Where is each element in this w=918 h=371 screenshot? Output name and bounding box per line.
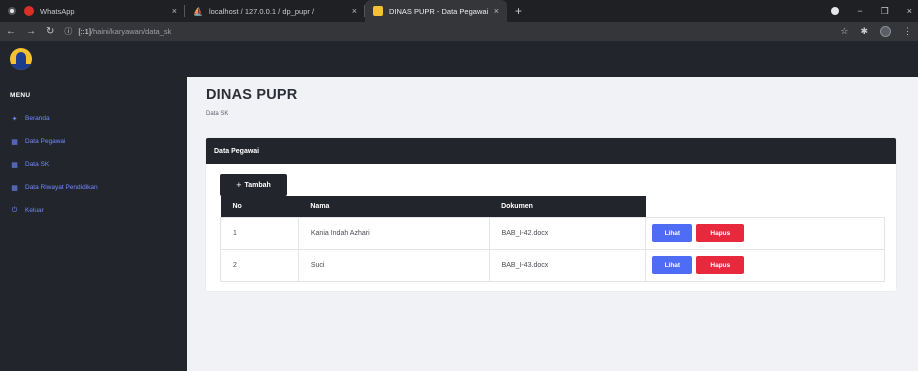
column-header-dokumen: Dokumen: [489, 196, 646, 217]
sidebar-item-label: Keluar: [25, 207, 44, 214]
cell-nama: Kania Indah Azhari: [297, 216, 490, 250]
info-icon[interactable]: ⓘ: [64, 26, 72, 37]
tab-dinas-pupr[interactable]: DINAS PUPR - Data Pegawai ×: [365, 0, 507, 22]
tab-phpmyadmin[interactable]: ⛵ localhost / 127.0.0.1 / dp_pupr / ×: [185, 0, 365, 22]
reload-icon[interactable]: ↻: [46, 26, 54, 37]
forward-arrow-icon[interactable]: →: [26, 26, 36, 37]
window-controls: − ❐ ×: [831, 6, 918, 17]
sidebar: MENU ✦ Beranda ▦ Data Pegawai ▦ Data SK …: [0, 77, 187, 371]
add-button-label: Tambah: [244, 181, 271, 189]
sidebar-item-label: Data SK: [25, 161, 50, 168]
cell-no: 2: [220, 248, 299, 282]
table-icon: ▦: [11, 184, 18, 192]
delete-button[interactable]: Hapus: [696, 256, 745, 274]
tab-whatsapp[interactable]: WhatsApp ×: [0, 0, 185, 22]
maximize-button[interactable]: ❐: [881, 6, 889, 17]
sidebar-item-label: Beranda: [25, 115, 50, 122]
close-window-button[interactable]: ×: [907, 6, 912, 16]
whatsapp-icon: [24, 6, 34, 16]
tab-title: DINAS PUPR - Data Pegawai: [389, 6, 489, 16]
sidebar-item-keluar[interactable]: ⏻ Keluar: [0, 205, 187, 216]
close-tab-icon[interactable]: ×: [352, 6, 357, 16]
data-card: Data Pegawai + Tambah No Nama Dokumen 1 …: [206, 138, 896, 291]
menu-dots-icon[interactable]: ⋮: [903, 26, 912, 37]
url-path: /haini/karyawan/data_sk: [90, 27, 172, 36]
table-header-row: No Nama Dokumen: [220, 196, 885, 217]
table-icon: ▦: [11, 138, 18, 146]
table-row: 2 Suci BAB_I-43.docx Lihat Hapus: [220, 248, 885, 282]
chrome-icon: [8, 7, 16, 15]
sidebar-item-data-pegawai[interactable]: ▦ Data Pegawai: [0, 136, 187, 147]
power-icon: ⏻: [11, 206, 18, 214]
page-title: DINAS PUPR: [206, 87, 298, 103]
sidebar-item-label: Data Pegawai: [25, 138, 66, 145]
cell-nama: Suci: [297, 248, 490, 282]
cell-dokumen: BAB_I-42.docx: [488, 216, 647, 250]
close-tab-icon[interactable]: ×: [172, 6, 177, 16]
table-icon: ▦: [11, 161, 18, 169]
delete-button[interactable]: Hapus: [696, 224, 745, 242]
table-row: 1 Kania Indah Azhari BAB_I-42.docx Lihat…: [220, 216, 885, 250]
extensions-icon[interactable]: ✱: [860, 26, 868, 37]
cell-dokumen: BAB_I-43.docx: [488, 248, 647, 282]
tab-title: localhost / 127.0.0.1 / dp_pupr /: [208, 6, 315, 16]
view-button[interactable]: Lihat: [652, 256, 693, 274]
data-table: No Nama Dokumen 1 Kania Indah Azhari BAB…: [220, 196, 885, 282]
home-icon: ✦: [11, 115, 18, 123]
sidebar-item-beranda[interactable]: ✦ Beranda: [0, 113, 187, 124]
plus-icon: +: [236, 180, 242, 190]
bookmark-star-icon[interactable]: ☆: [840, 26, 848, 37]
sidebar-item-label: Data Riwayat Pendidikan: [25, 184, 98, 191]
view-button[interactable]: Lihat: [652, 224, 693, 242]
back-arrow-icon[interactable]: ←: [6, 26, 16, 37]
browser-tab-strip: WhatsApp × ⛵ localhost / 127.0.0.1 / dp_…: [0, 0, 918, 22]
column-header-no: No: [220, 196, 299, 217]
address-bar: ← → ↻ ⓘ [::1]/haini/karyawan/data_sk ☆ ✱…: [0, 22, 918, 41]
card-title: Data Pegawai: [214, 147, 260, 155]
menu-title: MENU: [10, 92, 31, 99]
record-icon[interactable]: [831, 7, 840, 15]
app-header: [0, 41, 918, 77]
new-tab-button[interactable]: +: [507, 4, 530, 18]
phpmyadmin-icon: ⛵: [193, 6, 203, 16]
tab-title: WhatsApp: [40, 6, 75, 16]
url-host: [::1]: [78, 27, 91, 36]
cell-actions: Lihat Hapus: [645, 216, 885, 250]
minimize-button[interactable]: −: [857, 6, 862, 16]
cell-no: 1: [220, 216, 299, 250]
breadcrumb: Data SK: [206, 111, 229, 117]
column-header-actions: [646, 196, 885, 217]
column-header-nama: Nama: [298, 196, 490, 217]
sidebar-item-data-sk[interactable]: ▦ Data SK: [0, 159, 187, 170]
url-field[interactable]: [::1]/haini/karyawan/data_sk: [78, 27, 171, 36]
card-header: Data Pegawai: [206, 138, 896, 164]
close-tab-icon[interactable]: ×: [494, 6, 499, 16]
profile-avatar[interactable]: [880, 26, 891, 37]
pupr-icon: [373, 6, 383, 16]
cell-actions: Lihat Hapus: [645, 248, 885, 282]
pupr-logo[interactable]: [10, 48, 32, 70]
sidebar-item-data-riwayat-pendidikan[interactable]: ▦ Data Riwayat Pendidikan: [0, 182, 187, 193]
add-button[interactable]: + Tambah: [220, 174, 287, 196]
